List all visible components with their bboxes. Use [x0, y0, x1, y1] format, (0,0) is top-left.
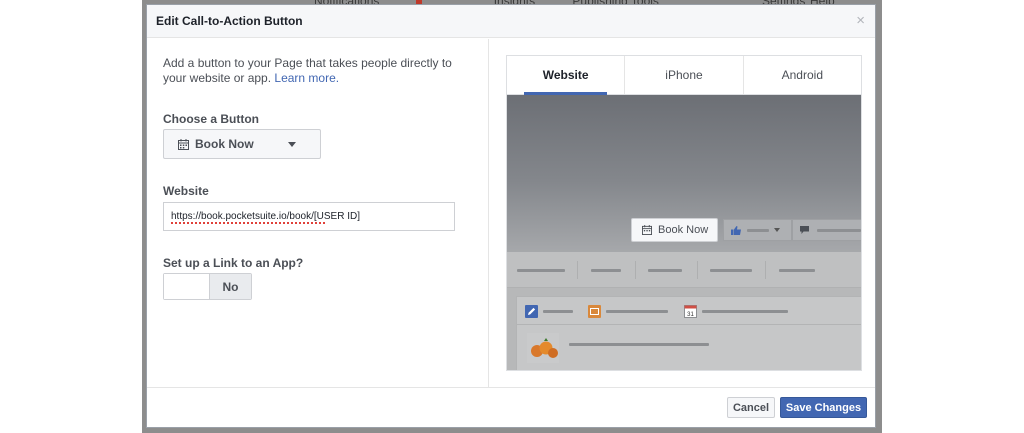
preview-book-now-button: Book Now — [631, 218, 718, 242]
settings-pane: Add a button to your Page that takes peo… — [147, 39, 488, 387]
selected-button-label: Book Now — [195, 137, 254, 151]
preview-composer-card: 31 — [516, 296, 861, 370]
cancel-button[interactable]: Cancel — [727, 397, 775, 418]
placeholder-bar — [569, 343, 709, 346]
preview-timeline: 31 — [507, 288, 861, 370]
preview-tabs: Website iPhone Android — [507, 56, 861, 95]
pencil-icon — [525, 305, 538, 318]
nav-separator — [635, 261, 636, 279]
preview-cta-label: Book Now — [658, 224, 709, 236]
placeholder-bar — [591, 269, 621, 272]
thumbs-up-icon — [731, 225, 741, 235]
button-type-dropdown[interactable]: Book Now — [163, 129, 321, 159]
save-changes-button[interactable]: Save Changes — [780, 397, 867, 418]
intro-text: Add a button to your Page that takes peo… — [163, 56, 452, 85]
choose-button-label: Choose a Button — [163, 112, 259, 126]
cta-preview: Website iPhone Android Book Now 31 — [506, 55, 862, 371]
close-icon[interactable]: × — [856, 12, 865, 29]
nav-separator — [765, 261, 766, 279]
calendar-icon — [642, 225, 652, 235]
preview-like-button — [723, 219, 792, 241]
screen: Notifications Insights Publishing Tools … — [0, 0, 1024, 433]
placeholder-bar — [817, 228, 861, 232]
placeholder-bar — [543, 310, 573, 313]
event-calendar-icon: 31 — [684, 305, 697, 318]
chevron-down-icon — [288, 142, 296, 147]
tab-website[interactable]: Website — [507, 56, 626, 95]
nav-separator — [697, 261, 698, 279]
dialog-title: Edit Call-to-Action Button — [156, 14, 303, 28]
edit-cta-dialog: Edit Call-to-Action Button × Add a butto… — [146, 4, 876, 428]
footer-divider — [147, 387, 875, 388]
placeholder-bar — [517, 269, 565, 272]
website-url-input[interactable] — [163, 202, 455, 231]
toggle-knob — [164, 274, 210, 299]
dialog-header: Edit Call-to-Action Button × — [147, 5, 875, 38]
toggle-state-label: No — [210, 274, 251, 299]
placeholder-bar — [710, 269, 752, 272]
placeholder-bar — [702, 310, 788, 313]
calendar-icon — [178, 138, 189, 150]
profile-picture-icon — [527, 333, 559, 363]
tab-android[interactable]: Android — [744, 56, 861, 94]
preview-page-nav — [507, 252, 861, 288]
photo-icon — [588, 305, 601, 318]
composer-actions: 31 — [517, 297, 861, 325]
placeholder-bar — [747, 228, 769, 232]
website-label: Website — [163, 184, 209, 198]
message-icon — [800, 226, 809, 234]
placeholder-bar — [606, 310, 668, 313]
app-link-label: Set up a Link to an App? — [163, 256, 304, 270]
app-link-toggle[interactable]: No — [163, 273, 252, 300]
pane-divider — [488, 39, 489, 387]
calendar-day: 31 — [687, 312, 694, 318]
tab-iphone[interactable]: iPhone — [625, 56, 744, 94]
learn-more-link[interactable]: Learn more. — [274, 71, 339, 85]
chevron-down-icon — [774, 228, 780, 232]
placeholder-bar — [648, 269, 682, 272]
spellcheck-underline — [171, 222, 327, 224]
placeholder-bar — [779, 269, 815, 272]
nav-separator — [577, 261, 578, 279]
preview-message-button — [792, 219, 861, 241]
